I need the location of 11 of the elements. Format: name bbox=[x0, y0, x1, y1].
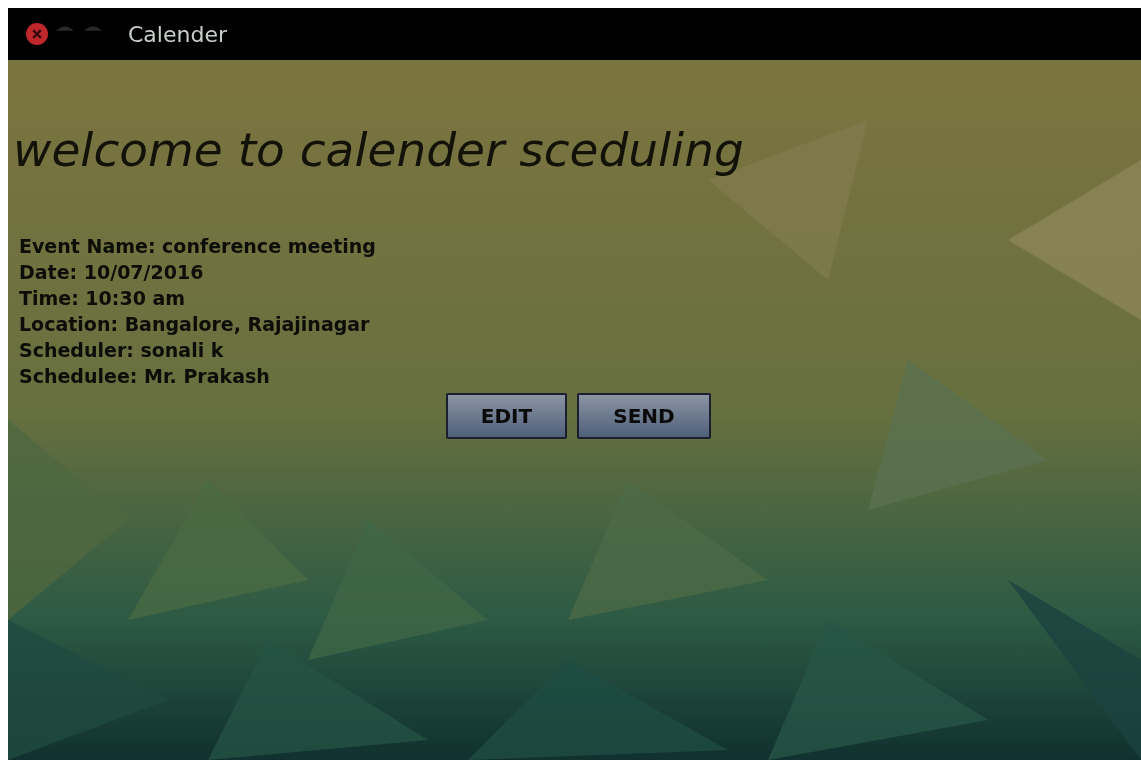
detail-text: Scheduler: sonali k bbox=[19, 338, 225, 363]
send-button[interactable]: SEND bbox=[577, 393, 711, 439]
window-title: Calender bbox=[128, 21, 227, 47]
detail-text: Time: 10:30 am bbox=[19, 286, 187, 311]
detail-text: Location: Bangalore, Rajajinagar bbox=[19, 312, 371, 337]
detail-text: Event Name: conference meeting bbox=[19, 234, 377, 259]
edit-button[interactable]: EDIT bbox=[446, 393, 567, 439]
detail-text: Schedulee: Mr. Prakash bbox=[19, 364, 271, 389]
heading: welcome to calender sceduling bbox=[13, 122, 745, 177]
close-icon[interactable] bbox=[26, 23, 48, 45]
detail-text: Date: 10/07/2016 bbox=[19, 260, 205, 285]
